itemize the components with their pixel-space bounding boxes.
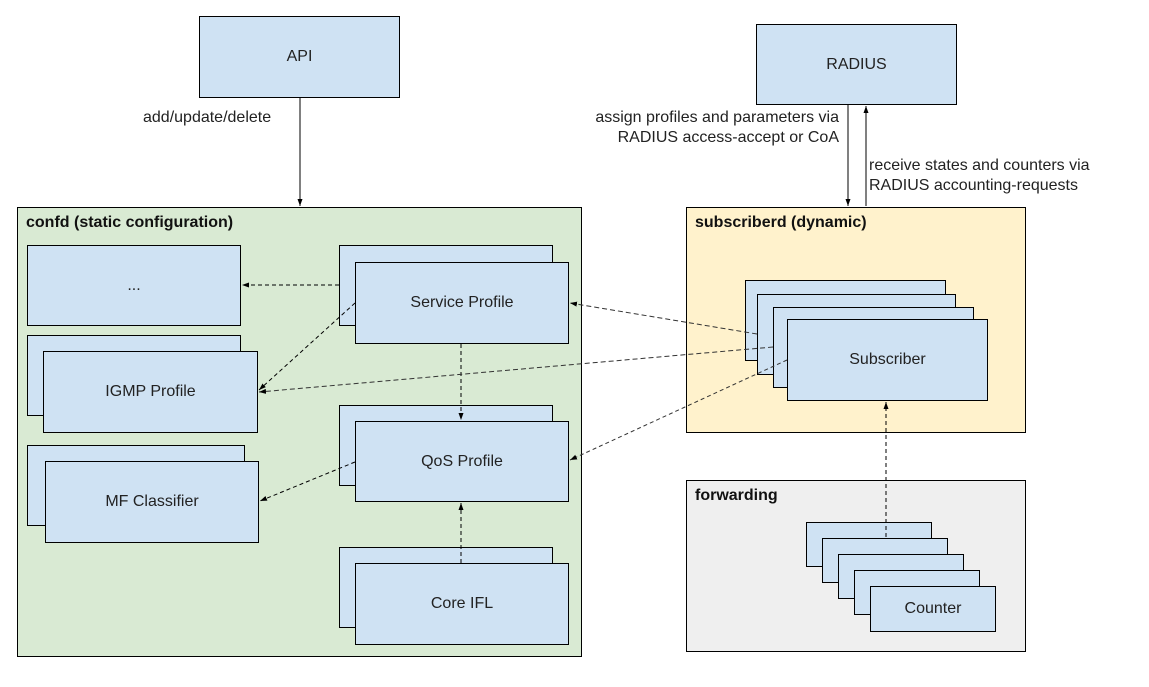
radius-receive-line2: RADIUS accounting-requests: [869, 177, 1078, 194]
other-profile-node: ...: [27, 245, 241, 326]
igmp-profile-node: IGMP Profile: [43, 351, 258, 433]
subscriberd-title: subscriberd (dynamic): [695, 214, 867, 231]
other-profile-label: ...: [127, 276, 141, 294]
core-ifl-label: Core IFL: [430, 595, 494, 612]
radius-assign-line2: RADIUS access-accept or CoA: [617, 129, 839, 146]
radius-label: RADIUS: [826, 55, 887, 73]
service-profile-node: Service Profile: [355, 262, 569, 344]
counter-label: Counter: [904, 600, 962, 617]
api-node: API: [199, 16, 400, 98]
core-ifl-node: Core IFL: [355, 563, 569, 645]
igmp-profile-label: IGMP Profile: [105, 383, 196, 400]
mf-classifier-node: MF Classifier: [45, 461, 259, 543]
subscriber-node: Subscriber: [787, 319, 988, 401]
mf-classifier-label: MF Classifier: [105, 493, 199, 510]
radius-node: RADIUS: [756, 24, 957, 105]
api-label: API: [286, 48, 313, 65]
service-profile-label: Service Profile: [410, 294, 514, 311]
forwarding-title: forwarding: [695, 487, 778, 504]
radius-assign-line1: assign profiles and parameters via: [595, 109, 839, 126]
radius-receive-line1: receive states and counters via: [869, 157, 1090, 174]
counter-node: Counter: [870, 586, 996, 632]
radius-assign-label: assign profiles and parameters via RADIU…: [595, 108, 839, 148]
qos-profile-label: QoS Profile: [421, 452, 503, 470]
qos-profile-node: QoS Profile: [355, 421, 569, 502]
radius-receive-label: receive states and counters via RADIUS a…: [869, 156, 1090, 196]
confd-title: confd (static configuration): [26, 214, 234, 231]
api-edge-label: add/update/delete: [143, 109, 272, 126]
subscriber-label: Subscriber: [849, 351, 926, 368]
